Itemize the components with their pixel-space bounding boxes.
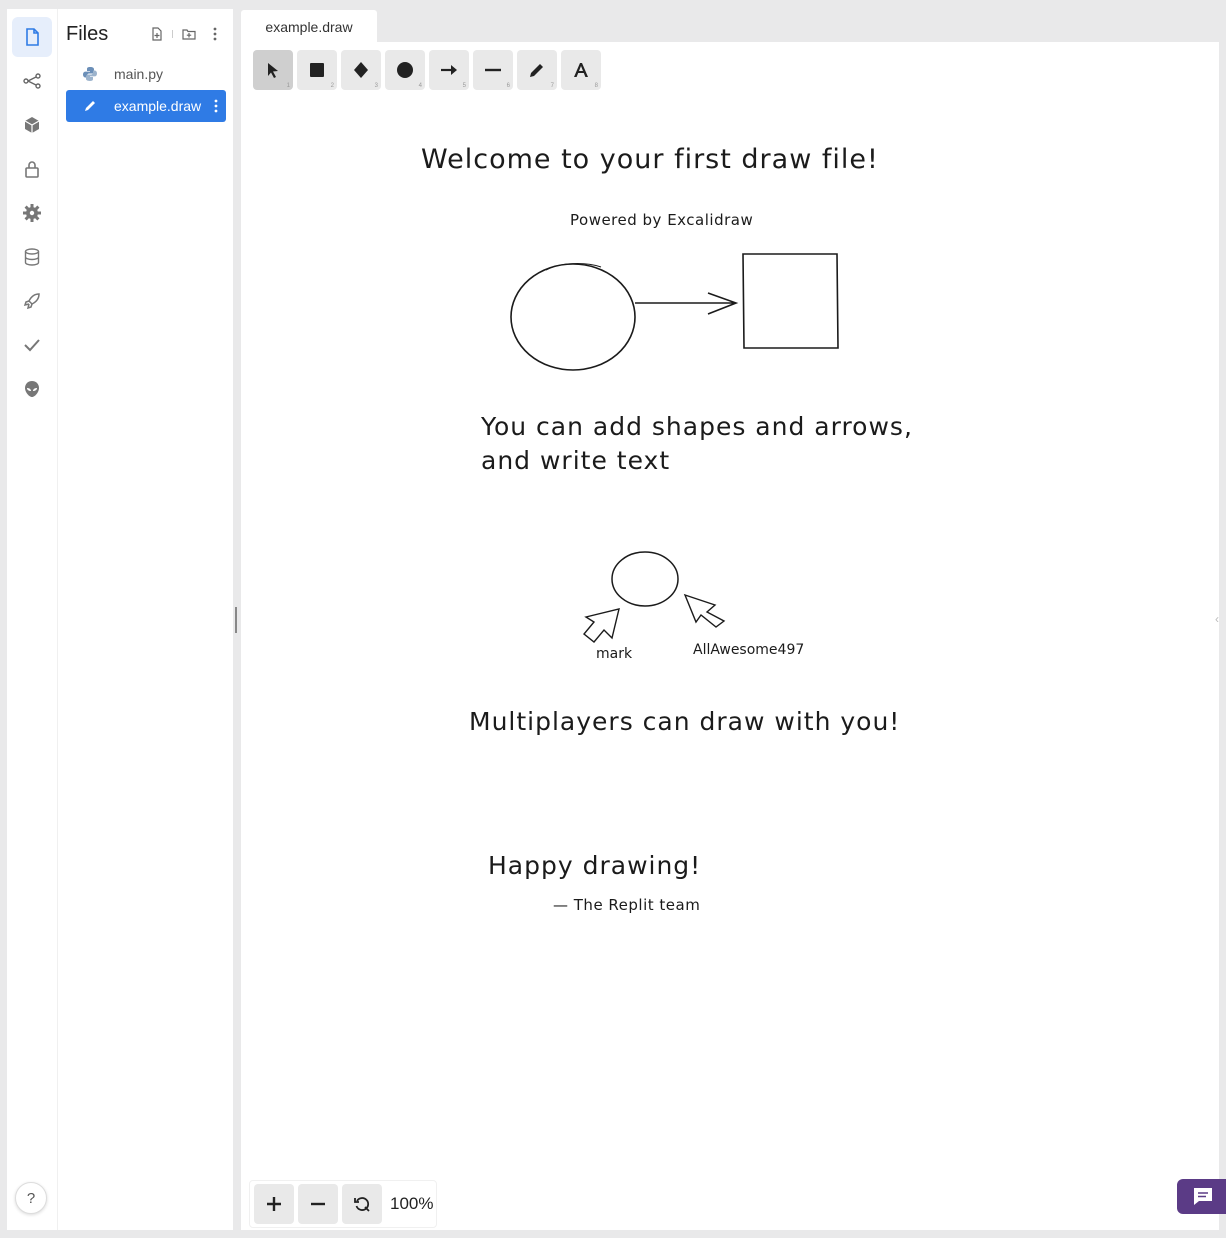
drawing-content: Welcome to your first draw file! Powered… [421,144,913,914]
help-button[interactable]: ? [15,1182,47,1214]
more-vertical-icon [214,99,218,113]
cursor-arrow-icon [268,63,278,78]
tests-button[interactable] [12,325,52,365]
arrow-right-icon [441,65,457,75]
new-folder-button[interactable] [180,25,198,43]
files-tab-button[interactable] [12,17,52,57]
shortcut-number: 1 [286,83,290,89]
lock-icon [25,161,39,178]
debugger-button[interactable] [12,369,52,409]
ellipse-shape[interactable] [510,263,636,371]
zoom-out-button[interactable] [298,1184,338,1224]
cube-icon [24,117,40,133]
shortcut-number: 5 [462,83,466,89]
add-folder-icon [182,29,196,40]
deploy-button[interactable] [12,281,52,321]
help-label: ? [26,1189,36,1207]
plus-icon [267,1197,281,1211]
tool-line[interactable]: 6 [473,50,513,90]
tool-rectangle[interactable]: 2 [297,50,337,90]
shortcut-number: 3 [374,83,378,89]
powered-by-text[interactable]: Powered by Excalidraw [570,211,753,229]
file-icon [26,28,39,46]
tool-text[interactable]: 8 [561,50,601,90]
tool-arrow[interactable]: 5 [429,50,469,90]
shortcut-number: 2 [330,83,334,89]
shortcut-number: 6 [506,83,510,89]
cursor-mark-icon[interactable] [583,608,620,643]
shape-toolbar: 1 2 3 4 5 6 7 8 [253,50,601,90]
pencil-icon [66,99,114,113]
file-name: example.draw [114,98,202,114]
tool-diamond[interactable]: 3 [341,50,381,90]
python-icon [66,66,114,82]
shapes-text-line-2[interactable]: and write text [481,446,670,475]
shortcut-number: 4 [418,83,422,89]
arrow-shape[interactable] [635,292,739,315]
shortcut-number: 8 [594,83,598,89]
welcome-text[interactable]: Welcome to your first draw file! [421,144,879,175]
packages-button[interactable] [12,105,52,145]
check-icon [24,339,40,352]
file-menu-button[interactable] [206,99,226,113]
small-ellipse-shape[interactable] [611,551,679,607]
shapes-text-line-1[interactable]: You can add shapes and arrows, [480,412,913,441]
settings-button[interactable] [12,193,52,233]
signature-text[interactable]: — The Replit team [553,896,700,914]
file-name: main.py [114,66,164,82]
secrets-button[interactable] [12,149,52,189]
ellipse-icon [397,62,413,78]
activity-rail: ? [7,9,57,1230]
files-panel-title: Files [66,23,109,45]
files-panel: Files main.py example.draw [57,9,233,1230]
add-file-icon [152,27,162,41]
new-file-button[interactable] [148,25,166,43]
rectangle-icon [310,63,324,77]
version-control-button[interactable] [12,61,52,101]
database-button[interactable] [12,237,52,277]
tab-example-draw[interactable]: example.draw [241,10,377,43]
more-vertical-icon [213,27,217,41]
diamond-icon [354,62,368,78]
files-menu-button[interactable] [206,25,224,43]
file-item-example-draw[interactable]: example.draw [66,90,226,122]
text-icon [574,63,588,77]
panel-resize-handle[interactable] [235,607,237,633]
line-icon [485,68,501,72]
file-item-main-py[interactable]: main.py [66,58,226,90]
gear-icon [23,204,41,222]
user-mark-label[interactable]: mark [596,646,633,662]
rectangle-shape[interactable] [742,253,839,349]
minus-icon [311,1202,325,1206]
reset-zoom-icon [354,1197,370,1212]
database-icon [24,248,40,266]
rocket-icon [23,293,40,310]
tool-selection[interactable]: 1 [253,50,293,90]
chat-icon [1194,1187,1212,1205]
chat-button[interactable] [1177,1179,1226,1214]
zoom-controls: 100% [249,1180,437,1228]
pencil-icon [530,64,543,77]
shortcut-number: 7 [550,83,554,89]
user-allawesome-label[interactable]: AllAwesome497 [693,642,804,658]
reset-zoom-button[interactable] [342,1184,382,1224]
zoom-level: 100% [390,1194,434,1213]
tab-label: example.draw [265,18,353,35]
toolbar-divider [172,30,173,38]
tool-ellipse[interactable]: 4 [385,50,425,90]
happy-drawing-text[interactable]: Happy drawing! [488,851,701,880]
git-branch-icon [23,73,41,89]
cursor-allawesome-icon[interactable] [683,593,726,628]
zoom-in-button[interactable] [254,1184,294,1224]
multiplayer-text[interactable]: Multiplayers can draw with you! [469,707,900,736]
alien-icon [25,381,39,397]
drawing-canvas[interactable]: Welcome to your first draw file! Powered… [241,42,1219,1230]
collapse-panel-icon[interactable]: ‹ [1215,612,1219,626]
tool-draw[interactable]: 7 [517,50,557,90]
